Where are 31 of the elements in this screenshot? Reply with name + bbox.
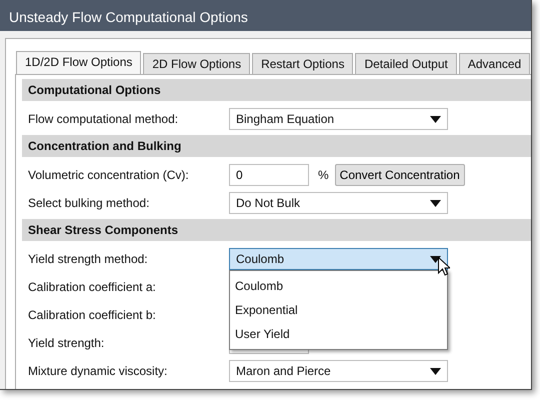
dropdown[interactable]: Maron and Pierce <box>229 360 448 382</box>
dropdown-option[interactable]: Coulomb <box>230 274 447 298</box>
field-label: Calibration coefficient a: <box>28 279 157 296</box>
dropdown-option[interactable]: Exponential <box>230 298 447 322</box>
window-title: Unsteady Flow Computational Options <box>9 9 248 25</box>
tab[interactable]: 1D/2D Flow Options <box>16 51 142 74</box>
field-label: Yield strength method: <box>28 251 149 268</box>
convert-button[interactable]: Convert Concentration <box>334 164 465 186</box>
dropdown-arrow-icon <box>430 200 441 206</box>
section-header: Concentration and Bulking <box>22 135 531 157</box>
dropdown-option[interactable]: User Yield <box>230 322 447 346</box>
unit-label: % <box>318 167 329 184</box>
dropdown[interactable]: Bingham Equation <box>229 108 448 130</box>
dropdown[interactable]: Coulomb <box>229 248 448 270</box>
dropdown-arrow-icon <box>430 116 441 122</box>
field-label: Mixture dynamic viscosity: <box>28 363 168 380</box>
field-label: Flow computational method: <box>28 111 180 128</box>
field-label: Calibration coefficient b: <box>28 307 157 324</box>
field-label: Select bulking method: <box>28 195 150 212</box>
dropdown-arrow-icon <box>430 256 441 262</box>
tab[interactable]: Detailed Output <box>355 53 457 74</box>
section-header: Shear Stress Components <box>22 219 531 241</box>
tab[interactable]: 2D Flow Options <box>143 53 250 74</box>
dropdown[interactable]: Do Not Bulk <box>229 192 448 214</box>
dropdown-arrow-icon <box>430 368 441 374</box>
field-label: Yield strength: <box>28 335 106 352</box>
field-label: Volumetric concentration (Cv): <box>28 167 190 184</box>
tab[interactable]: Advanced <box>458 53 530 74</box>
tab[interactable]: Restart Options <box>252 53 354 74</box>
text-field[interactable]: 0 <box>229 164 309 186</box>
section-header: Computational Options <box>22 79 531 101</box>
